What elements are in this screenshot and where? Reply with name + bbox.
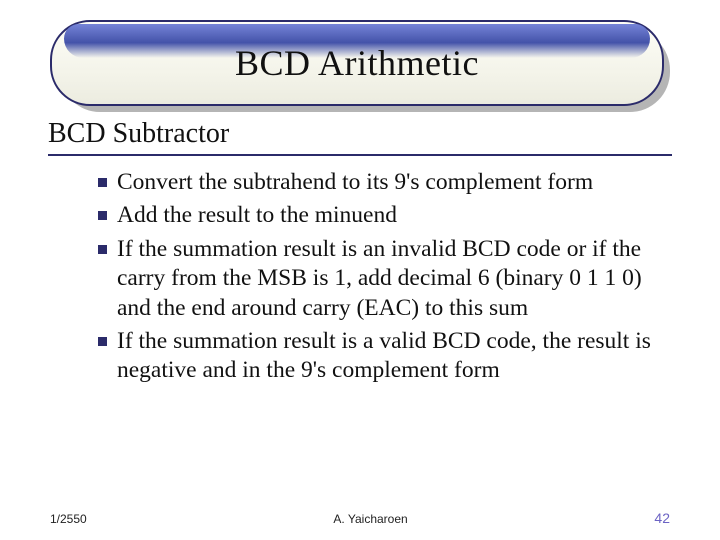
square-bullet-icon — [98, 178, 107, 187]
footer-date: 1/2550 — [50, 512, 87, 526]
bullet-list: Convert the subtrahend to its 9's comple… — [98, 168, 658, 386]
square-bullet-icon — [98, 337, 107, 346]
bullet-text: If the summation result is an invalid BC… — [117, 235, 658, 323]
slide-footer: 1/2550 A. Yaicharoen 42 — [0, 510, 720, 526]
footer-page-number: 42 — [654, 510, 670, 526]
list-item: If the summation result is an invalid BC… — [98, 235, 658, 323]
slide: BCD Arithmetic BCD Subtractor Convert th… — [0, 0, 720, 540]
title-frame: BCD Arithmetic — [50, 20, 670, 112]
square-bullet-icon — [98, 245, 107, 254]
footer-author: A. Yaicharoen — [333, 512, 407, 526]
list-item: If the summation result is a valid BCD c… — [98, 327, 658, 386]
list-item: Convert the subtrahend to its 9's comple… — [98, 168, 658, 197]
bullet-text: Convert the subtrahend to its 9's comple… — [117, 168, 593, 197]
section-heading: BCD Subtractor — [48, 118, 672, 156]
square-bullet-icon — [98, 211, 107, 220]
slide-title: BCD Arithmetic — [50, 20, 664, 106]
list-item: Add the result to the minuend — [98, 201, 658, 230]
bullet-text: If the summation result is a valid BCD c… — [117, 327, 658, 386]
bullet-text: Add the result to the minuend — [117, 201, 397, 230]
